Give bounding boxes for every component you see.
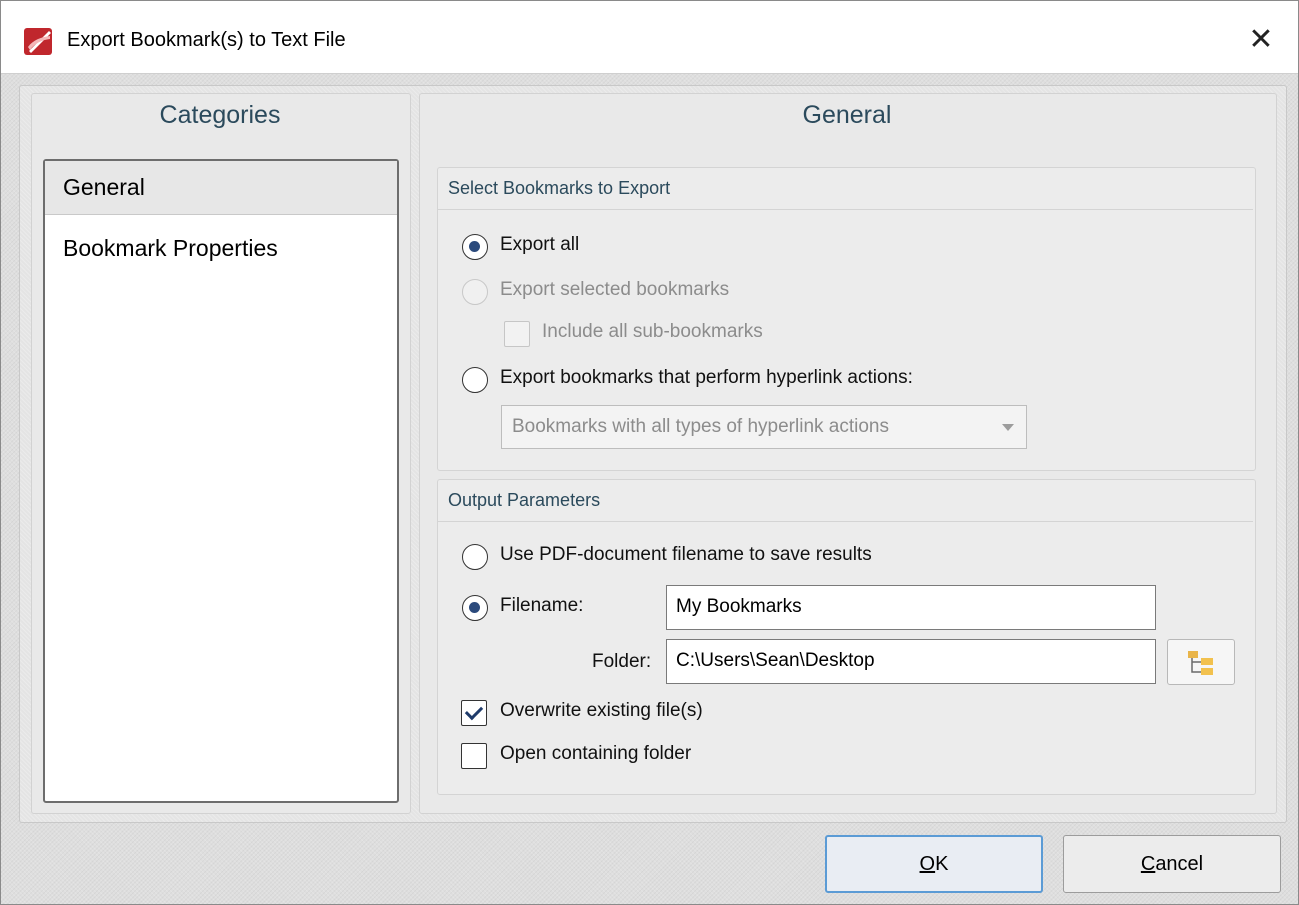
include-sub-bookmarks-label: Include all sub-bookmarks — [542, 321, 763, 342]
cancel-mnemonic: C — [1140, 852, 1156, 875]
general-header: General — [802, 101, 892, 129]
filename-label[interactable]: Filename: — [500, 595, 583, 617]
hyperlink-type-value: Bookmarks with all types of hyperlink ac… — [512, 416, 889, 437]
ok-mnemonic: O — [919, 852, 936, 875]
group-divider — [438, 209, 1253, 210]
hyperlink-type-dropdown: Bookmarks with all types of hyperlink ac… — [501, 405, 1027, 449]
export-selected-radio — [462, 279, 488, 305]
folder-input[interactable]: C:\Users\Sean\Desktop — [666, 639, 1156, 684]
use-pdf-filename-radio[interactable] — [462, 544, 488, 570]
export-selected-label: Export selected bookmarks — [500, 279, 730, 300]
export-bookmarks-dialog: Export Bookmark(s) to Text File ✕ Catego… — [0, 0, 1299, 905]
ok-button[interactable]: OK — [825, 835, 1043, 893]
filename-input[interactable]: My Bookmarks — [666, 585, 1156, 630]
filename-radio[interactable] — [462, 595, 488, 621]
cancel-label-rest: ancel — [1155, 852, 1204, 875]
export-hyperlink-label[interactable]: Export bookmarks that perform hyperlink … — [500, 367, 913, 389]
categories-header: Categories — [159, 101, 281, 129]
overwrite-checkbox[interactable] — [461, 700, 487, 726]
title-bar: Export Bookmark(s) to Text File ✕ — [1, 1, 1298, 74]
category-item-bookmark-properties[interactable]: Bookmark Properties — [45, 221, 397, 275]
open-folder-label[interactable]: Open containing folder — [500, 743, 691, 765]
export-all-radio[interactable] — [462, 234, 488, 260]
group-divider — [438, 521, 1253, 522]
use-pdf-filename-label[interactable]: Use PDF-document filename to save result… — [500, 544, 872, 566]
category-item-general[interactable]: General — [45, 161, 397, 215]
overwrite-label[interactable]: Overwrite existing file(s) — [500, 700, 703, 722]
close-icon[interactable]: ✕ — [1241, 19, 1281, 59]
pdf-xchange-logo-icon — [24, 28, 52, 55]
window-title: Export Bookmark(s) to Text File — [67, 29, 346, 51]
output-parameters-title: Output Parameters — [448, 490, 601, 510]
categories-list: General Bookmark Properties — [43, 159, 399, 803]
browse-folder-button[interactable] — [1167, 639, 1235, 685]
folder-label: Folder: — [592, 651, 652, 672]
chevron-down-icon — [1002, 424, 1014, 431]
include-sub-bookmarks-checkbox — [504, 321, 530, 347]
export-all-label[interactable]: Export all — [500, 234, 579, 256]
folder-tree-icon — [1188, 651, 1213, 675]
open-folder-checkbox[interactable] — [461, 743, 487, 769]
cancel-button[interactable]: Cancel — [1063, 835, 1281, 893]
export-hyperlink-radio[interactable] — [462, 367, 488, 393]
ok-label-rest: K — [935, 852, 949, 875]
select-bookmarks-title: Select Bookmarks to Export — [448, 178, 671, 198]
